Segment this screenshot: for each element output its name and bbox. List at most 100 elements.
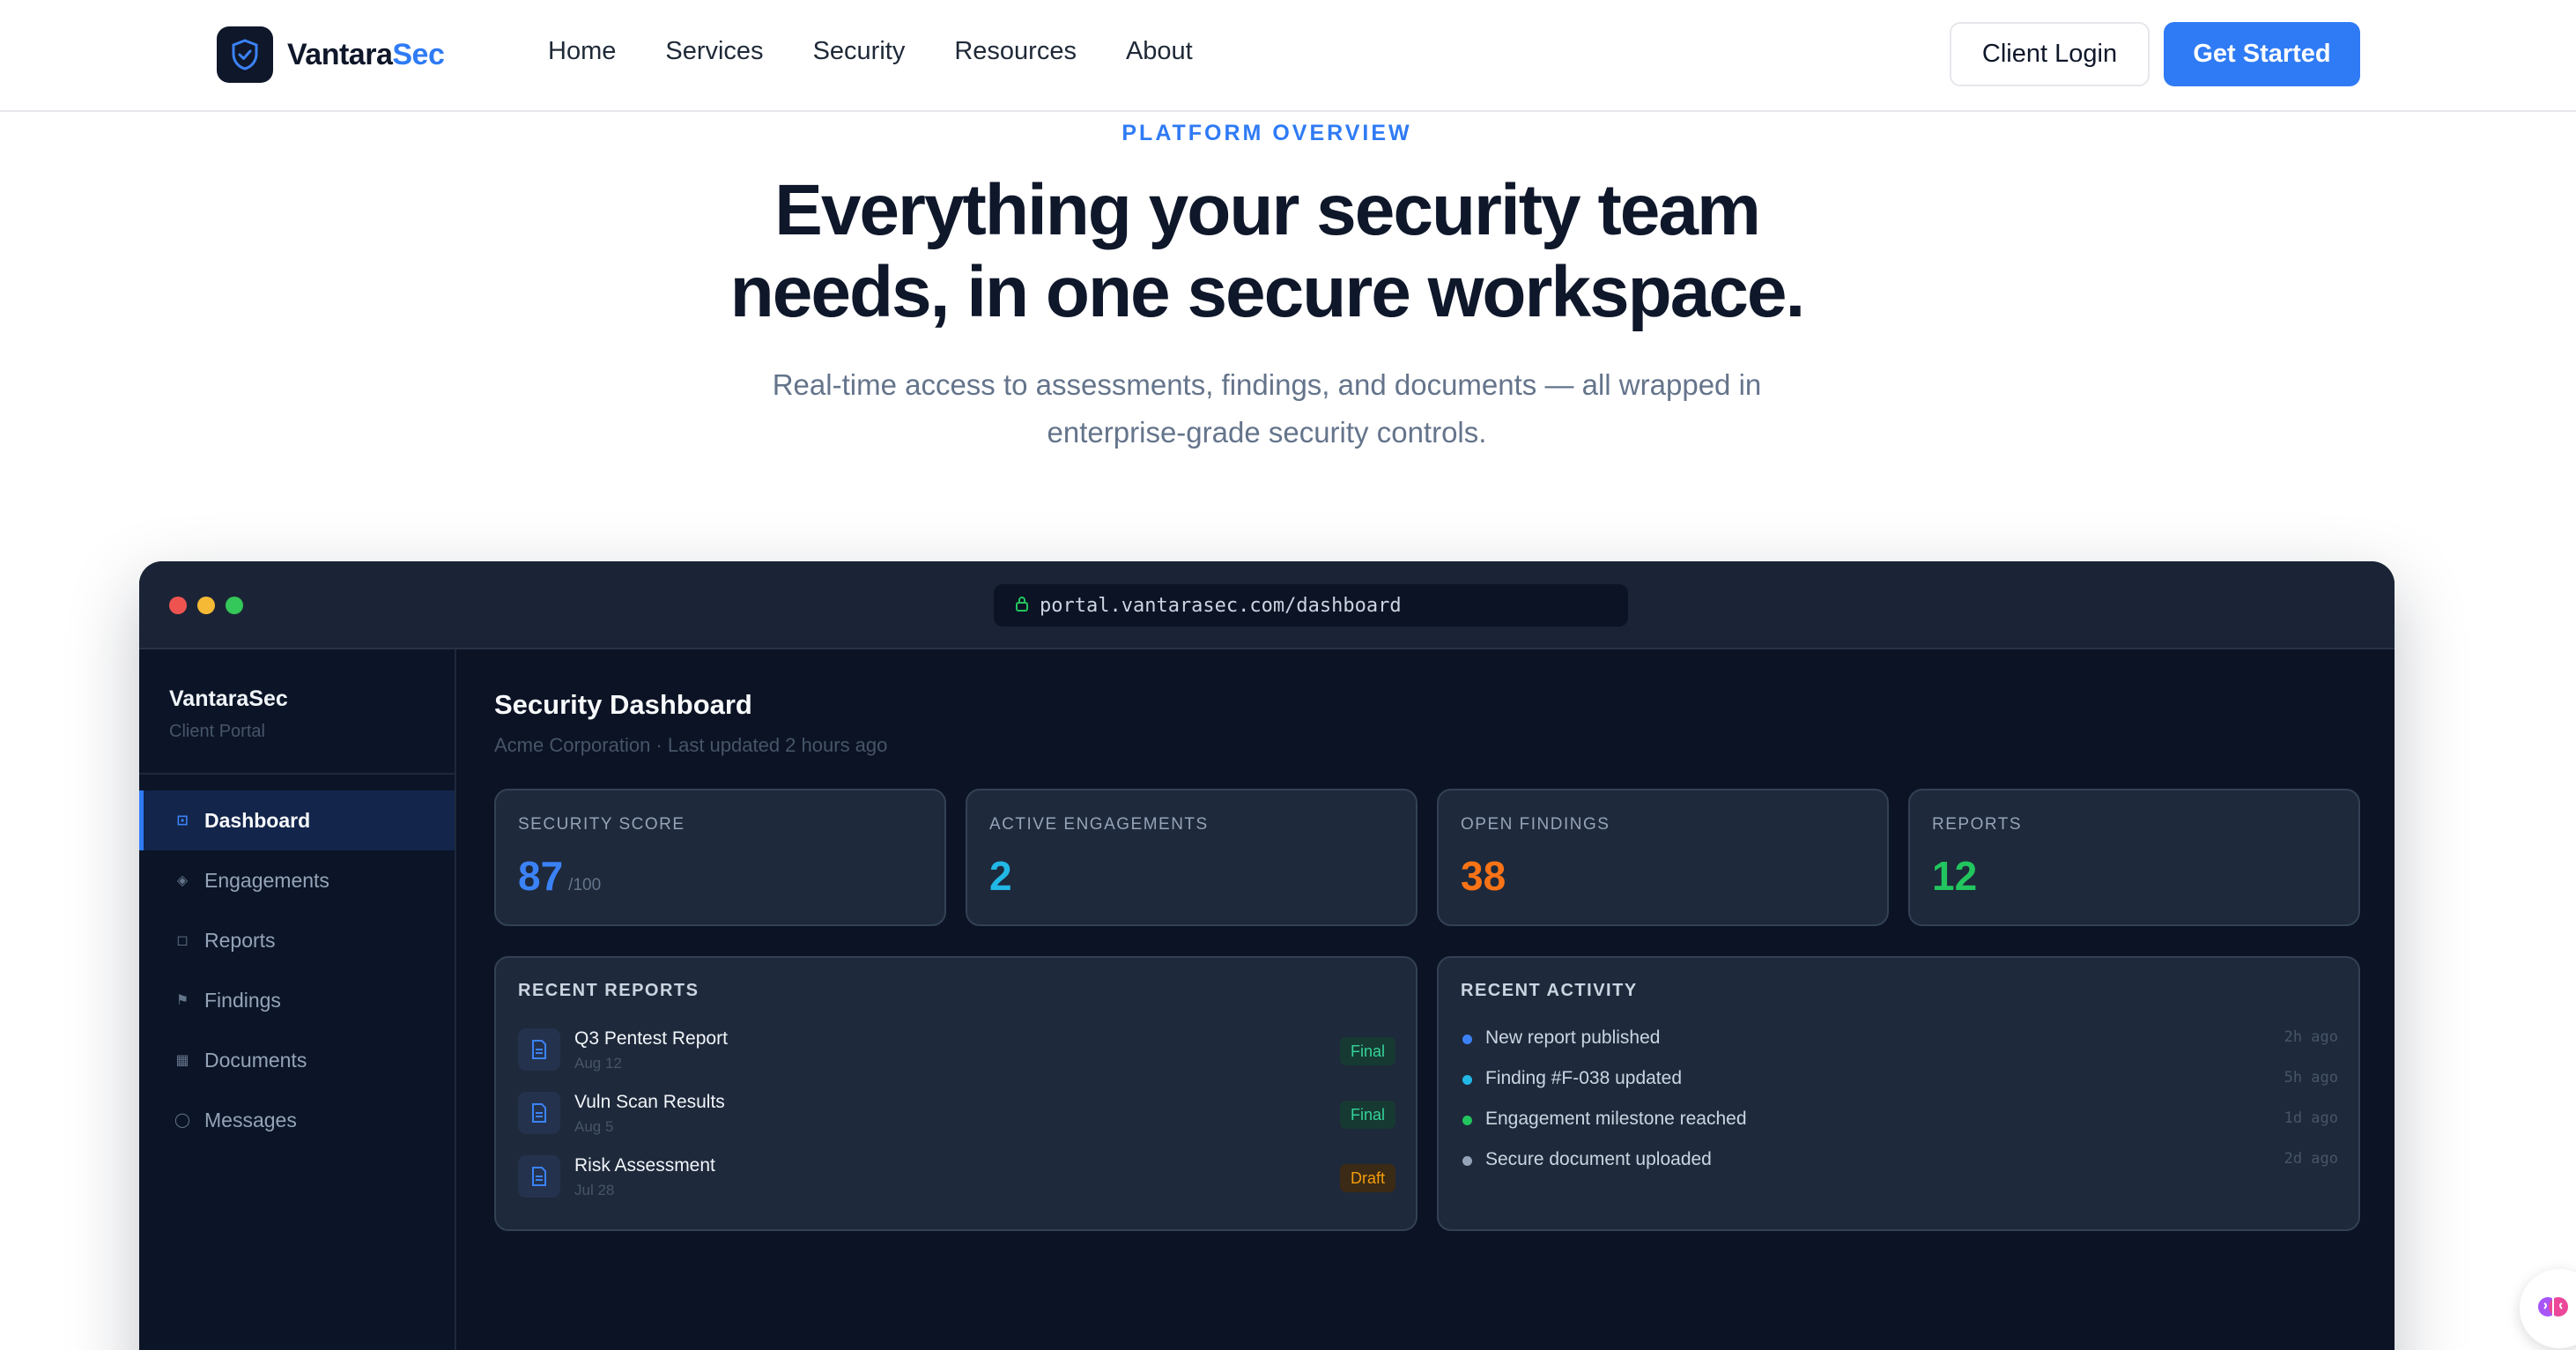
address-url: portal.vantarasec.com/dashboard — [1040, 594, 1402, 617]
grid-icon: ⊡ — [176, 813, 189, 828]
stat-card-active-engagements[interactable]: ACTIVE ENGAGEMENTS 2 — [966, 789, 1418, 926]
sidebar-item-label: Findings — [204, 988, 281, 1012]
hero-title-line-2: needs, in one secure workspace. — [729, 252, 1806, 332]
browser-toolbar: portal.vantarasec.com/dashboard — [139, 561, 2395, 649]
report-row[interactable]: Q3 Pentest Report Aug 12 Final — [518, 1027, 1395, 1076]
nav-link-home[interactable]: Home — [548, 37, 616, 66]
activity-time: 2h ago — [2284, 1028, 2338, 1046]
activity-text: Finding #F-038 updated — [1485, 1068, 1682, 1088]
report-date: Jul 28 — [574, 1182, 615, 1198]
sidebar-item-label: Reports — [204, 928, 276, 952]
activity-text: New report published — [1485, 1027, 1661, 1048]
report-date: Aug 12 — [574, 1055, 622, 1072]
report-name: Risk Assessment — [574, 1155, 715, 1176]
flag-icon: ⚑ — [175, 993, 189, 1008]
hero-subtitle-line-2: enterprise-grade security controls. — [1047, 416, 1487, 449]
activity-time: 1d ago — [2284, 1109, 2338, 1127]
stat-card-security-score[interactable]: SECURITY SCORE 87/100 — [494, 789, 946, 926]
chat-icon: ◯ — [174, 1113, 190, 1128]
report-date: Aug 5 — [574, 1118, 614, 1135]
nav-links: Home Services Security Resources About — [548, 37, 1242, 66]
recent-reports-panel: RECENT REPORTS Q3 Pentest Report Aug 12 … — [494, 956, 1418, 1231]
document-icon — [518, 1155, 560, 1198]
activity-text: Engagement milestone reached — [1485, 1109, 1747, 1129]
window-close-dot — [169, 597, 187, 614]
stat-value: 2 — [989, 853, 1012, 899]
brand-name: VantaraSec — [287, 37, 445, 71]
stat-label: REPORTS — [1932, 815, 2023, 834]
status-badge: Final — [1339, 1101, 1395, 1129]
dashboard-main: Security Dashboard Acme Corporation · La… — [456, 649, 2395, 1350]
activity-item[interactable]: Engagement milestone reached 1d ago — [1461, 1108, 2338, 1134]
sidebar-item-engagements[interactable]: ◈ Engagements — [139, 850, 455, 910]
browser-mockup: portal.vantarasec.com/dashboard VantaraS… — [139, 561, 2395, 1350]
hero-title: Everything your security team needs, in … — [0, 169, 2534, 333]
document-icon — [518, 1092, 560, 1134]
sidebar-item-messages[interactable]: ◯ Messages — [139, 1090, 455, 1150]
hero-subtitle: Real-time access to assessments, finding… — [0, 361, 2534, 456]
nav-link-resources[interactable]: Resources — [954, 37, 1077, 66]
recent-activity-panel: RECENT ACTIVITY New report published 2h … — [1437, 956, 2360, 1231]
report-name: Vuln Scan Results — [574, 1092, 725, 1112]
brain-icon — [2535, 1289, 2571, 1329]
sidebar-item-dashboard[interactable]: ⊡ Dashboard — [139, 790, 455, 850]
sidebar-item-findings[interactable]: ⚑ Findings — [139, 970, 455, 1030]
sidebar-item-documents[interactable]: ▦ Documents — [139, 1030, 455, 1090]
brand-logo[interactable]: VantaraSec — [217, 26, 445, 83]
stat-card-open-findings[interactable]: OPEN FINDINGS 38 — [1437, 789, 1889, 926]
dashboard-title: Security Dashboard — [494, 689, 752, 720]
activity-text: Secure document uploaded — [1485, 1149, 1712, 1169]
sidebar-brand: VantaraSec — [169, 686, 288, 711]
portal-sidebar: VantaraSec Client Portal ⊡ Dashboard ◈ E… — [139, 649, 456, 1350]
status-badge: Final — [1339, 1037, 1395, 1065]
hero-eyebrow: PLATFORM OVERVIEW — [1121, 121, 1412, 145]
window-minimize-dot — [197, 597, 215, 614]
stat-value: 87/100 — [518, 853, 602, 899]
sidebar-divider — [139, 773, 456, 775]
client-login-button[interactable]: Client Login — [1950, 22, 2150, 86]
activity-time: 5h ago — [2284, 1069, 2338, 1087]
panel-title: RECENT REPORTS — [518, 981, 700, 1000]
window-maximize-dot — [226, 597, 243, 614]
report-name: Q3 Pentest Report — [574, 1028, 728, 1049]
dashboard-subtitle: Acme Corporation · Last updated 2 hours … — [494, 734, 888, 756]
stat-label: OPEN FINDINGS — [1461, 815, 1610, 834]
nav-link-services[interactable]: Services — [665, 37, 763, 66]
report-row[interactable]: Risk Assessment Jul 28 Draft — [518, 1153, 1395, 1203]
nav-link-about[interactable]: About — [1126, 37, 1193, 66]
file-icon: ▦ — [175, 1053, 189, 1068]
shield-icon — [217, 26, 273, 83]
stat-label: SECURITY SCORE — [518, 815, 685, 834]
activity-item[interactable]: Finding #F-038 updated 5h ago — [1461, 1067, 2338, 1094]
activity-item[interactable]: Secure document uploaded 2d ago — [1461, 1148, 2338, 1175]
activity-item[interactable]: New report published 2h ago — [1461, 1027, 2338, 1053]
sidebar-item-label: Documents — [204, 1048, 307, 1072]
stat-card-reports[interactable]: REPORTS 12 — [1908, 789, 2360, 926]
panel-title: RECENT ACTIVITY — [1461, 981, 1638, 1000]
top-navbar: VantaraSec Home Services Security Resour… — [0, 0, 2576, 112]
address-bar: portal.vantarasec.com/dashboard — [994, 584, 1628, 627]
assistant-widget-button[interactable] — [2520, 1269, 2576, 1348]
sidebar-item-label: Engagements — [204, 868, 329, 892]
activity-dot — [1462, 1035, 1472, 1044]
nav-link-security[interactable]: Security — [813, 37, 906, 66]
report-row[interactable]: Vuln Scan Results Aug 5 Final — [518, 1090, 1395, 1139]
sidebar-item-reports[interactable]: ◻ Reports — [139, 910, 455, 970]
stat-value: 12 — [1932, 853, 1978, 899]
status-badge: Draft — [1339, 1164, 1395, 1192]
activity-dot — [1462, 1075, 1472, 1085]
get-started-button[interactable]: Get Started — [2164, 22, 2360, 86]
stat-value: 38 — [1461, 853, 1506, 899]
square-icon: ◻ — [176, 933, 189, 948]
sidebar-subtitle: Client Portal — [169, 722, 265, 741]
activity-time: 2d ago — [2284, 1150, 2338, 1168]
hero-title-line-1: Everything your security team — [774, 170, 1761, 250]
stat-label: ACTIVE ENGAGEMENTS — [989, 815, 1209, 834]
activity-dot — [1462, 1116, 1472, 1125]
document-icon — [518, 1028, 560, 1071]
activity-dot — [1462, 1156, 1472, 1166]
stat-suffix: /100 — [568, 876, 602, 894]
sidebar-item-label: Dashboard — [204, 808, 311, 832]
diamond-icon: ◈ — [176, 873, 189, 888]
sidebar-item-label: Messages — [204, 1108, 297, 1131]
